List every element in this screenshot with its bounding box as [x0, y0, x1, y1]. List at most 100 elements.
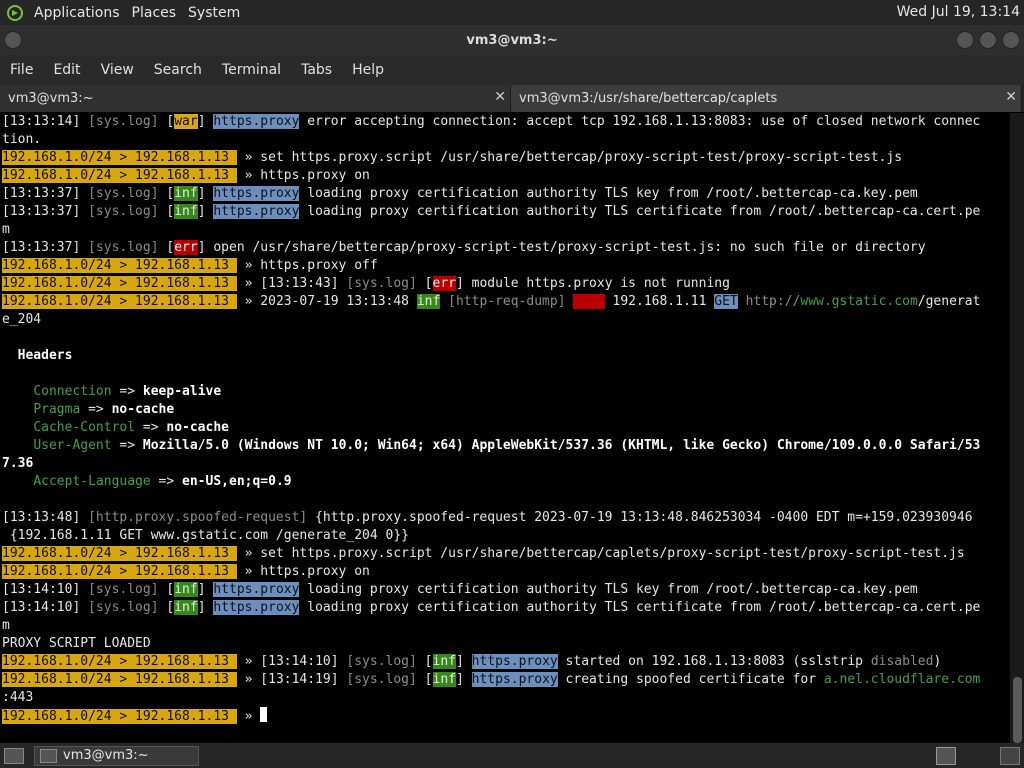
terminal-text-segment: inf [174, 600, 198, 615]
terminal-text-segment: [http.proxy.spoofed-request] [88, 510, 308, 525]
scrollbar-thumb[interactable] [1013, 677, 1022, 743]
terminal-line: PROXY SCRIPT LOADED [2, 635, 1010, 653]
terminal-line: 192.168.1.0/24 > 192.168.1.13 » set http… [2, 149, 1010, 167]
terminal-text-segment: en-US,en;q=0.9 [182, 474, 292, 489]
terminal-line: [13:14:10] [sys.log] [inf] https.proxy l… [2, 599, 1010, 617]
terminal-scrollbar[interactable] [1010, 113, 1024, 743]
terminal-line: [13:13:48] [http.proxy.spoofed-request] … [2, 509, 1010, 527]
menu-edit[interactable]: Edit [43, 62, 90, 78]
maximize-button[interactable] [979, 31, 997, 49]
terminal-text-segment: https.proxy [471, 672, 558, 687]
terminal-text-segment: 192.168.1.0/24 > 192.168.1.13 [2, 150, 237, 165]
menu-help[interactable]: Help [342, 62, 394, 78]
menu-search[interactable]: Search [144, 62, 212, 78]
terminal-text-segment: 192.168.1.0/24 > 192.168.1.13 [2, 276, 237, 291]
terminal-output[interactable]: [13:13:14] [sys.log] [war] https.proxy e… [0, 113, 1010, 743]
tab-label: vm3@vm3:~ [8, 91, 94, 106]
taskbar-terminal-button[interactable]: vm3@vm3:~ [34, 745, 199, 766]
terminal-text-segment: war [174, 114, 198, 129]
terminal-text-segment: loading proxy certification authority TL… [299, 600, 981, 615]
terminal-text-segment: Accept-Language [33, 474, 151, 489]
show-desktop-icon[interactable] [4, 747, 24, 764]
terminal-text-segment: /generat [917, 294, 981, 309]
applications-logo-icon[interactable] [6, 4, 24, 22]
close-tab-icon[interactable]: ✕ [1005, 89, 1017, 105]
terminal-line: {192.168.1.11 GET www.gstatic.com /gener… [2, 527, 1010, 545]
terminal-text-segment: inf [174, 204, 198, 219]
terminal-text-segment: [http-req-dump] [448, 294, 566, 309]
terminal-text-segment: » [13:13:43] [236, 276, 347, 291]
terminal-text-segment: https.proxy [213, 582, 300, 597]
terminal-text-segment: m [2, 618, 10, 633]
terminal-text-segment: PROXY SCRIPT LOADED [2, 636, 151, 651]
terminal-text-segment: inf [432, 654, 456, 669]
terminal-text-segment: => [80, 402, 112, 417]
terminal-line: 192.168.1.0/24 > 192.168.1.13 » [13:13:4… [2, 275, 1010, 293]
places-menu[interactable]: Places [126, 5, 183, 21]
terminal-text-segment: ] [197, 600, 214, 615]
terminal-text-segment: ] open /usr/share/bettercap/proxy-script… [197, 240, 926, 255]
terminal-text-segment: err [432, 276, 456, 291]
terminal-text-segment: [sys.log] [346, 672, 417, 687]
terminal-line: m [2, 221, 1010, 239]
terminal-text-segment: [13:13:48] [2, 510, 89, 525]
terminal-text-segment: ] [455, 672, 472, 687]
terminal-line: User-Agent => Mozilla/5.0 (Windows NT 10… [2, 437, 1010, 455]
applications-menu[interactable]: Applications [28, 5, 126, 21]
terminal-text-segment: » set https.proxy.script /usr/share/bett… [236, 546, 965, 561]
menu-tabs[interactable]: Tabs [291, 62, 342, 78]
terminal-text-segment: » 2023-07-19 13:13:48 [236, 294, 417, 309]
terminal-text-segment: https.proxy [471, 654, 558, 669]
minimize-button[interactable] [956, 31, 974, 49]
close-tab-icon[interactable]: ✕ [494, 89, 506, 105]
terminal-text-segment: [ [158, 600, 175, 615]
terminal-cursor [260, 707, 268, 722]
terminal-text-segment: loading proxy certification authority TL… [299, 204, 981, 219]
terminal-line: [13:13:37] [sys.log] [inf] https.proxy l… [2, 203, 1010, 221]
terminal-text-segment: [13:13:37] [2, 186, 89, 201]
terminal-text-segment: 192.168.1.11 [604, 294, 715, 309]
clock[interactable]: Wed Jul 19, 13:14 [897, 4, 1020, 20]
terminal-text-segment: {http.proxy.spoofed-request 2023-07-19 1… [307, 510, 973, 525]
terminal-text-segment: [sys.log] [346, 276, 417, 291]
terminal-line: 192.168.1.0/24 > 192.168.1.13 » [2, 707, 1010, 725]
terminal-line: m [2, 617, 1010, 635]
terminal-line: tion. [2, 131, 1010, 149]
terminal-text-segment: inf [432, 672, 456, 687]
terminal-text-segment: => [111, 384, 143, 399]
terminal-text-segment: www.gstatic.com [800, 294, 918, 309]
system-menu[interactable]: System [182, 5, 246, 21]
terminal-text-segment: [ [158, 114, 175, 129]
window-menu-icon[interactable] [4, 31, 22, 49]
tab-caplets[interactable]: vm3@vm3:/usr/share/bettercap/caplets ✕ [511, 85, 1022, 112]
notification-icon[interactable] [936, 747, 956, 765]
terminal-text-segment: [13:14:10] [2, 600, 89, 615]
terminal-text-segment: => [135, 420, 167, 435]
menu-view[interactable]: View [91, 62, 144, 78]
terminal-line: 192.168.1.0/24 > 192.168.1.13 » https.pr… [2, 257, 1010, 275]
terminal-line: [13:13:14] [sys.log] [war] https.proxy e… [2, 113, 1010, 131]
workspace-switcher[interactable] [1000, 747, 1020, 765]
terminal-text-segment: [ [158, 582, 175, 597]
terminal-line: 192.168.1.0/24 > 192.168.1.13 » [13:14:1… [2, 653, 1010, 671]
terminal-text-segment: loading proxy certification authority TL… [299, 186, 918, 201]
menu-file[interactable]: File [0, 62, 43, 78]
terminal-text-segment: ] [455, 654, 472, 669]
menu-terminal[interactable]: Terminal [212, 62, 291, 78]
terminal-text-segment: error accepting connection: accept tcp 1… [299, 114, 981, 129]
terminal-text-segment: » [236, 709, 261, 724]
terminal-text-segment: inf [174, 582, 198, 597]
terminal-text-segment: Connection [33, 384, 112, 399]
close-window-button[interactable] [1002, 31, 1020, 49]
tab-home[interactable]: vm3@vm3:~ ✕ [0, 85, 511, 112]
terminal-text-segment: Headers [2, 348, 73, 363]
terminal-text-segment: 192.168.1.0/24 > 192.168.1.13 [2, 709, 237, 724]
terminal-text-segment: {192.168.1.11 GET www.gstatic.com /gener… [2, 528, 409, 543]
window-titlebar[interactable]: vm3@vm3:~ [0, 25, 1024, 55]
terminal-text-segment: no-cache [166, 420, 229, 435]
terminal-text-segment: m [2, 222, 10, 237]
